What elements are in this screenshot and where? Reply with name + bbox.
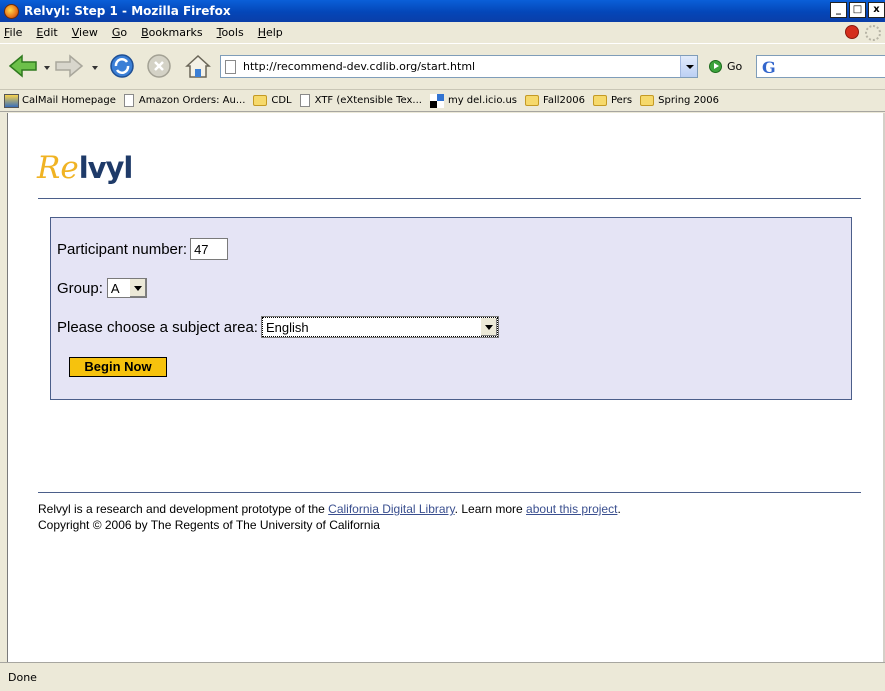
bookmark-label: my del.icio.us — [447, 95, 517, 106]
close-button[interactable]: x — [868, 2, 885, 18]
bookmark-label: Fall2006 — [543, 95, 585, 106]
window-titlebar: Relvyl: Step 1 - Mozilla Firefox _ □ x — [0, 0, 885, 22]
footer-line-1: Relvyl is a research and development pro… — [38, 501, 621, 517]
logo-part-lvyl: lvyl — [78, 151, 134, 185]
menu-view[interactable]: View — [72, 26, 98, 39]
status-text: Done — [8, 670, 37, 684]
bookmark-amazon-orders[interactable]: Amazon Orders: Au... — [123, 94, 246, 107]
start-form: Participant number: Group: A Please choo… — [50, 217, 852, 400]
menu-tools[interactable]: Tools — [217, 26, 244, 39]
delicious-icon — [429, 93, 444, 108]
url-history-dropdown[interactable] — [680, 56, 697, 77]
folder-icon — [253, 95, 268, 106]
page-icon — [123, 94, 134, 107]
logo-part-re: Re — [37, 150, 79, 186]
bookmark-label: XTF (eXtensible Tex... — [314, 95, 422, 106]
window-title: Relvyl: Step 1 - Mozilla Firefox — [24, 4, 231, 18]
bookmark-label: Pers — [610, 95, 633, 106]
forward-icon[interactable] — [54, 54, 84, 78]
footer-learn-more-text: . Learn more — [454, 502, 527, 516]
menu-bookmarks[interactable]: Bookmarks — [141, 26, 202, 39]
menu-help[interactable]: Help — [258, 26, 283, 39]
footer-intro-text: Relvyl is a research and development pro… — [38, 502, 329, 516]
folder-icon — [592, 95, 607, 106]
throbber-icon — [865, 25, 881, 41]
firefox-icon — [4, 3, 19, 19]
group-selected-value: A — [110, 281, 120, 296]
navigation-toolbar: http://recommend-dev.cdlib.org/start.htm… — [0, 43, 885, 90]
bookmark-delicious[interactable]: my del.icio.us — [429, 93, 517, 108]
page-icon — [299, 94, 310, 107]
header-divider — [38, 198, 861, 199]
bookmark-xtf[interactable]: XTF (eXtensible Tex... — [299, 94, 422, 107]
google-search-icon[interactable]: G — [762, 58, 776, 77]
subject-row: Please choose a subject area: English — [57, 316, 499, 338]
group-label: Group: — [57, 279, 103, 297]
menu-file[interactable]: File — [4, 26, 22, 39]
copyright-text: Copyright © 2006 by The Regents of The U… — [38, 518, 380, 532]
back-icon[interactable] — [8, 54, 38, 78]
folder-icon — [525, 95, 539, 106]
footer: Relvyl is a research and development pro… — [38, 501, 621, 533]
menu-bar: File Edit View Go Bookmarks Tools Help — [0, 22, 885, 43]
bookmark-label: Spring 2006 — [658, 95, 720, 106]
group-row: Group: A — [57, 278, 147, 298]
go-icon[interactable] — [709, 60, 722, 73]
bookmark-folder-cdl[interactable]: CDL — [253, 95, 292, 106]
back-history-arrow-icon[interactable] — [44, 66, 50, 70]
participant-row: Participant number: — [57, 238, 229, 260]
minimize-button[interactable]: _ — [830, 2, 847, 18]
bookmark-calmail[interactable]: CalMail Homepage — [4, 93, 116, 108]
bookmark-label: CalMail Homepage — [22, 95, 116, 106]
bookmark-folder-spring2006[interactable]: Spring 2006 — [640, 95, 719, 106]
chevron-down-icon[interactable] — [479, 318, 497, 336]
stop-icon[interactable] — [146, 53, 172, 79]
url-bar[interactable]: http://recommend-dev.cdlib.org/start.htm… — [220, 55, 698, 78]
subject-label: Please choose a subject area: — [57, 318, 258, 336]
page-content: Relvyl Participant number: Group: A Plea… — [7, 113, 885, 662]
forward-history-arrow-icon[interactable] — [92, 66, 98, 70]
search-box[interactable]: G — [756, 55, 885, 78]
folder-icon — [640, 95, 655, 106]
bookmark-folder-fall2006[interactable]: Fall2006 — [525, 95, 585, 106]
chevron-down-icon[interactable] — [128, 279, 146, 297]
subject-selected-value: English — [265, 320, 309, 335]
menu-go[interactable]: Go — [112, 26, 127, 39]
home-icon[interactable] — [184, 52, 212, 80]
url-text[interactable]: http://recommend-dev.cdlib.org/start.htm… — [243, 60, 475, 73]
participant-number-input[interactable] — [190, 238, 229, 260]
reload-icon[interactable] — [108, 52, 136, 80]
stop-indicator-icon — [845, 25, 859, 39]
bookmarks-toolbar: CalMail Homepage Amazon Orders: Au... CD… — [0, 90, 885, 112]
go-button-label[interactable]: Go — [727, 60, 742, 73]
mail-icon — [4, 93, 19, 108]
footer-period: . — [617, 502, 621, 516]
cdl-link[interactable]: California Digital Library — [328, 502, 455, 516]
status-bar: Done — [0, 662, 885, 691]
about-project-link[interactable]: about this project — [526, 502, 617, 516]
page-icon — [225, 59, 236, 74]
menu-edit[interactable]: Edit — [36, 26, 57, 39]
bookmark-label: Amazon Orders: Au... — [138, 95, 246, 106]
window-controls: _ □ x — [828, 2, 885, 18]
participant-label: Participant number: — [57, 240, 188, 258]
bookmark-label: CDL — [271, 95, 292, 106]
subject-area-select[interactable]: English — [260, 316, 499, 338]
group-select[interactable]: A — [106, 278, 147, 298]
bookmark-folder-pers[interactable]: Pers — [592, 95, 633, 106]
begin-now-button[interactable]: Begin Now — [69, 357, 167, 377]
maximize-button[interactable]: □ — [849, 2, 866, 18]
relvyl-logo: Relvyl — [37, 148, 134, 188]
footer-divider — [38, 492, 861, 493]
